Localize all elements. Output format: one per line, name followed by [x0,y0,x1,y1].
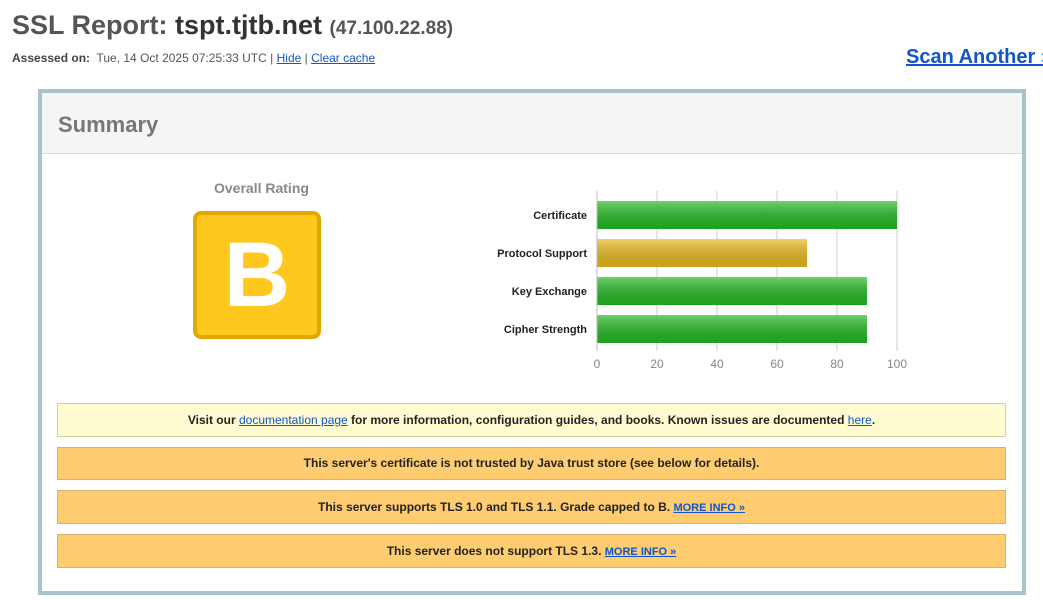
x-tick-label: 0 [594,357,601,371]
summary-heading: Summary [58,112,159,137]
java-trust-text: This server's certificate is not trusted… [303,456,760,470]
bar-shading [597,315,867,343]
host-ip: (47.100.22.88) [329,18,454,39]
grade-badge: B [193,211,321,339]
known-issues-link[interactable]: here [848,413,872,427]
scan-another-link[interactable]: Scan Another » [906,46,1043,69]
rating-chart: 0 20 40 60 80 100 Certificate Protocol Support K… [497,191,907,371]
clear-cache-link[interactable]: Clear cache [311,51,375,65]
java-trust-warning: This server's certificate is not trusted… [57,447,1006,480]
doc-suffix: . [871,413,876,427]
documentation-notice: Visit our documentation page for more in… [57,403,1006,437]
x-tick-label: 100 [887,357,907,371]
tls13-text: This server does not support TLS 1.3. [386,544,602,558]
category-label: Protocol Support [497,248,587,260]
host-name: tspt.tjtb.net [175,10,322,40]
summary-header: Summary [42,93,1022,154]
tls13-more-info-link[interactable]: MORE INFO » [605,546,677,558]
documentation-link[interactable]: documentation page [239,413,348,427]
bar-shading [597,201,897,229]
doc-prefix: Visit our [187,413,239,427]
x-tick-label: 60 [770,357,784,371]
assessed-value: Tue, 14 Oct 2025 07:25:33 UTC | [96,51,274,65]
summary-panel: Summary Overall Rating B 0 20 40 60 80 100 Cer… [38,89,1026,595]
category-label: Cipher Strength [504,324,587,336]
tls-capped-more-info-link[interactable]: MORE INFO » [673,502,745,514]
separator: | [304,51,308,65]
tls13-warning: This server does not support TLS 1.3. MO… [57,534,1006,568]
assessed-line: Assessed on: Tue, 14 Oct 2025 07:25:33 U… [12,51,375,65]
doc-middle: for more information, configuration guid… [347,413,848,427]
overall-rating-label: Overall Rating [214,180,309,196]
category-label: Key Exchange [512,286,587,298]
x-tick-label: 40 [710,357,724,371]
tls-capped-text: This server supports TLS 1.0 and TLS 1.1… [318,500,671,514]
assessed-label: Assessed on: [12,51,91,65]
bar-shading [597,277,867,305]
page-title: SSL Report: tspt.tjtb.net (47.100.22.88) [12,10,453,41]
bar-shading [597,239,807,267]
x-tick-label: 20 [650,357,664,371]
category-label: Certificate [533,210,587,222]
tls-capped-warning: This server supports TLS 1.0 and TLS 1.1… [57,490,1006,524]
hide-link[interactable]: Hide [277,51,302,65]
title-prefix: SSL Report: [12,10,176,40]
x-tick-label: 80 [830,357,844,371]
